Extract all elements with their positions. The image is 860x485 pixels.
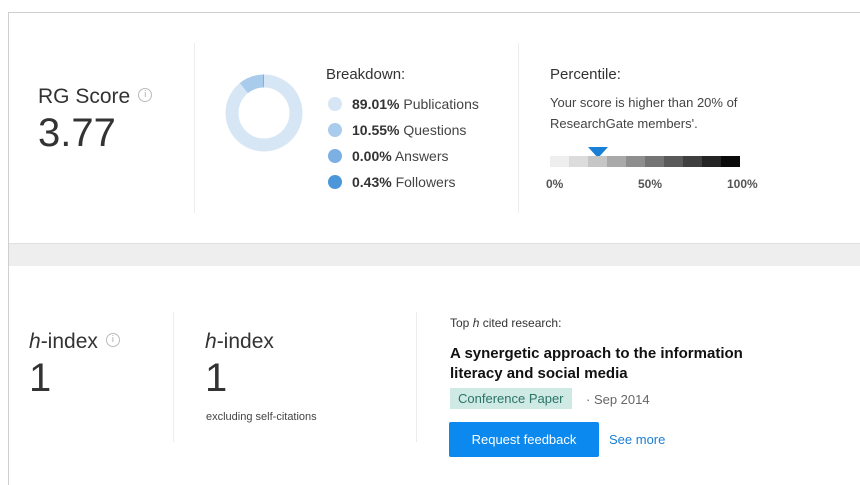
percentile-bar-segment bbox=[626, 156, 645, 167]
info-icon[interactable]: i bbox=[138, 88, 153, 103]
percentile-bar-segment bbox=[550, 156, 569, 167]
breakdown-item-publications: 89.01% Publications bbox=[328, 95, 479, 113]
info-icon[interactable]: i bbox=[105, 333, 120, 348]
percentile-title: Percentile: bbox=[550, 66, 621, 83]
legend-dot bbox=[328, 149, 342, 164]
paper-title-link[interactable]: A synergetic approach to the information… bbox=[450, 344, 780, 384]
legend-dot bbox=[328, 175, 342, 190]
request-feedback-button[interactable]: Request feedback bbox=[449, 422, 599, 457]
rg-score-card: RG Score i 3.77 Breakdown: 89.01% Publica… bbox=[9, 13, 860, 243]
percentile-scale: 0% 50% 100% bbox=[546, 147, 758, 197]
h-index-label: h-index i bbox=[29, 330, 120, 354]
percentile-bar-segment bbox=[588, 156, 607, 167]
rg-score-value: 3.77 bbox=[38, 111, 116, 155]
donut-slice-publications bbox=[225, 74, 303, 152]
percentile-label-0: 0% bbox=[546, 177, 564, 191]
see-more-link[interactable]: See more bbox=[609, 432, 665, 447]
breakdown-title: Breakdown: bbox=[326, 66, 406, 83]
percentile-bar-segment bbox=[607, 156, 626, 167]
percentile-bar bbox=[550, 156, 740, 167]
percentile-label-100: 100% bbox=[727, 177, 758, 191]
percentile-bar-segment bbox=[645, 156, 664, 167]
breakdown-item-answers: 0.00% Answers bbox=[328, 147, 449, 165]
publication-type-badge: Conference Paper bbox=[450, 388, 572, 409]
top-cited-heading: Top h cited research: bbox=[450, 316, 562, 330]
legend-dot bbox=[328, 123, 342, 138]
h-index-excl-value: 1 bbox=[205, 356, 228, 400]
percentile-bar-segment bbox=[721, 156, 740, 167]
breakdown-list: 89.01% Publications 10.55% Questions 0.0… bbox=[328, 95, 508, 205]
divider bbox=[416, 312, 417, 442]
divider bbox=[518, 43, 519, 213]
legend-dot bbox=[328, 97, 342, 112]
percentile-bar-segment bbox=[683, 156, 702, 167]
percentile-bar-segment bbox=[664, 156, 683, 167]
divider bbox=[194, 43, 195, 213]
percentile-description: Your score is higher than 20% of Researc… bbox=[550, 95, 738, 131]
h-index-excl-sublabel: excluding self-citations bbox=[206, 411, 317, 423]
percentile-bar-segment bbox=[702, 156, 721, 167]
h-index-excl-label: h-index bbox=[205, 330, 274, 353]
h-index-card: h-index i 1 h-index 1 excluding self-cita… bbox=[9, 266, 860, 485]
breakdown-donut-chart bbox=[225, 74, 303, 152]
divider bbox=[173, 312, 174, 442]
h-index-value: 1 bbox=[29, 356, 52, 400]
percentile-bar-segment bbox=[569, 156, 588, 167]
rg-score-label: RG Score i bbox=[38, 85, 153, 109]
section-gap bbox=[9, 243, 860, 266]
breakdown-item-followers: 0.43% Followers bbox=[328, 173, 456, 191]
publication-date: · Sep 2014 bbox=[586, 392, 650, 407]
breakdown-item-questions: 10.55% Questions bbox=[328, 121, 466, 139]
percentile-label-50: 50% bbox=[638, 177, 663, 191]
